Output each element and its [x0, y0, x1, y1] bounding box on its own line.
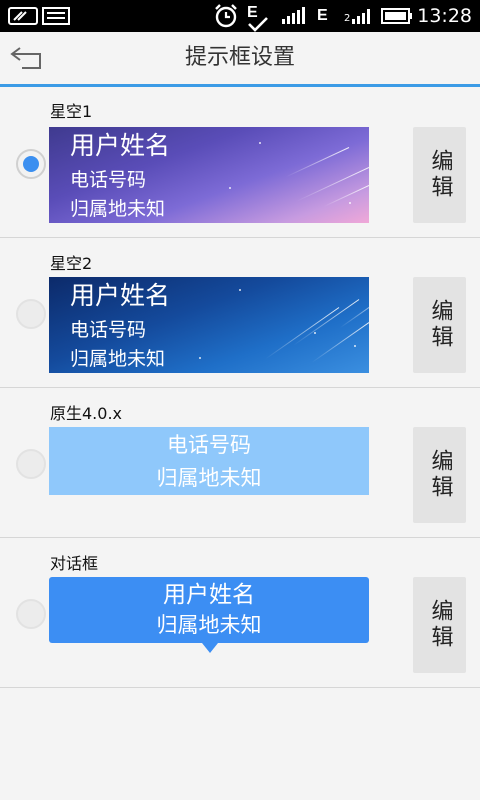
star	[259, 142, 261, 144]
signal-icon	[280, 0, 306, 32]
preview-name: 用户姓名	[70, 281, 171, 310]
meteor-streak	[323, 185, 369, 208]
title-bar: 提示框设置	[0, 32, 480, 87]
style-radio[interactable]	[16, 299, 46, 329]
preview-location: 归属地未知	[156, 613, 262, 637]
battery-icon	[381, 0, 413, 32]
preview-phone: 电话号码	[70, 169, 147, 191]
card-icon	[8, 0, 38, 32]
meteor-streak	[339, 293, 369, 329]
edit-button[interactable]: 编辑	[413, 577, 466, 673]
meteor-streak	[293, 299, 360, 346]
star	[354, 345, 356, 347]
preview-name: 用户姓名	[163, 582, 255, 608]
preview-phone: 电话号码	[167, 433, 251, 457]
signal-icon-2: 2	[344, 0, 374, 32]
style-radio[interactable]	[16, 149, 46, 179]
message-icon	[42, 0, 70, 32]
edit-button-label: 编辑	[427, 599, 453, 651]
style-label: 星空1	[50, 102, 93, 121]
style-row-dialog[interactable]: 对话框 用户姓名 归属地未知 编辑	[0, 538, 480, 688]
preview-native: 电话号码 归属地未知	[49, 427, 369, 495]
star	[349, 202, 351, 204]
edit-button[interactable]: 编辑	[413, 277, 466, 373]
edit-button-label: 编辑	[427, 449, 453, 501]
preview-name: 用户姓名	[70, 131, 171, 160]
meteor-streak	[285, 147, 350, 178]
preview-dialog: 用户姓名 归属地未知	[49, 577, 369, 653]
edit-button[interactable]: 编辑	[413, 427, 466, 523]
status-bar: E E 2 13:28	[0, 0, 480, 32]
preview-phone: 电话号码	[70, 319, 147, 341]
style-label: 对话框	[50, 554, 99, 573]
network-letter-2: E	[317, 7, 328, 24]
alarm-icon	[213, 0, 239, 32]
style-row-starry2[interactable]: 星空2 用户姓名 电话号码 归属地未知 编辑	[0, 238, 480, 388]
status-time: 13:28	[417, 5, 472, 27]
preview-location: 归属地未知	[70, 348, 166, 370]
edit-button[interactable]: 编辑	[413, 127, 466, 223]
star	[199, 357, 201, 359]
edit-button-label: 编辑	[427, 299, 453, 351]
meteor-streak	[296, 167, 369, 202]
star	[239, 289, 241, 291]
network-e-indicator-2: E	[317, 0, 328, 32]
star	[314, 332, 316, 334]
dialog-tail	[202, 643, 218, 653]
style-radio[interactable]	[16, 599, 46, 629]
style-row-starry1[interactable]: 星空1 用户姓名 电话号码 归属地未知 编辑	[0, 88, 480, 238]
page-title: 提示框设置	[184, 45, 295, 70]
svg-text:2: 2	[344, 13, 350, 24]
edit-button-label: 编辑	[427, 149, 453, 201]
style-label: 星空2	[50, 254, 93, 273]
preview-starry2: 用户姓名 电话号码 归属地未知	[49, 277, 369, 373]
preview-location: 归属地未知	[70, 198, 166, 220]
style-label: 原生4.0.x	[50, 404, 123, 423]
star	[229, 187, 231, 189]
preview-starry1: 用户姓名 电话号码 归属地未知	[49, 127, 369, 223]
style-row-native[interactable]: 原生4.0.x 电话号码 归属地未知 编辑	[0, 388, 480, 538]
style-radio[interactable]	[16, 449, 46, 479]
preview-location: 归属地未知	[156, 466, 262, 490]
